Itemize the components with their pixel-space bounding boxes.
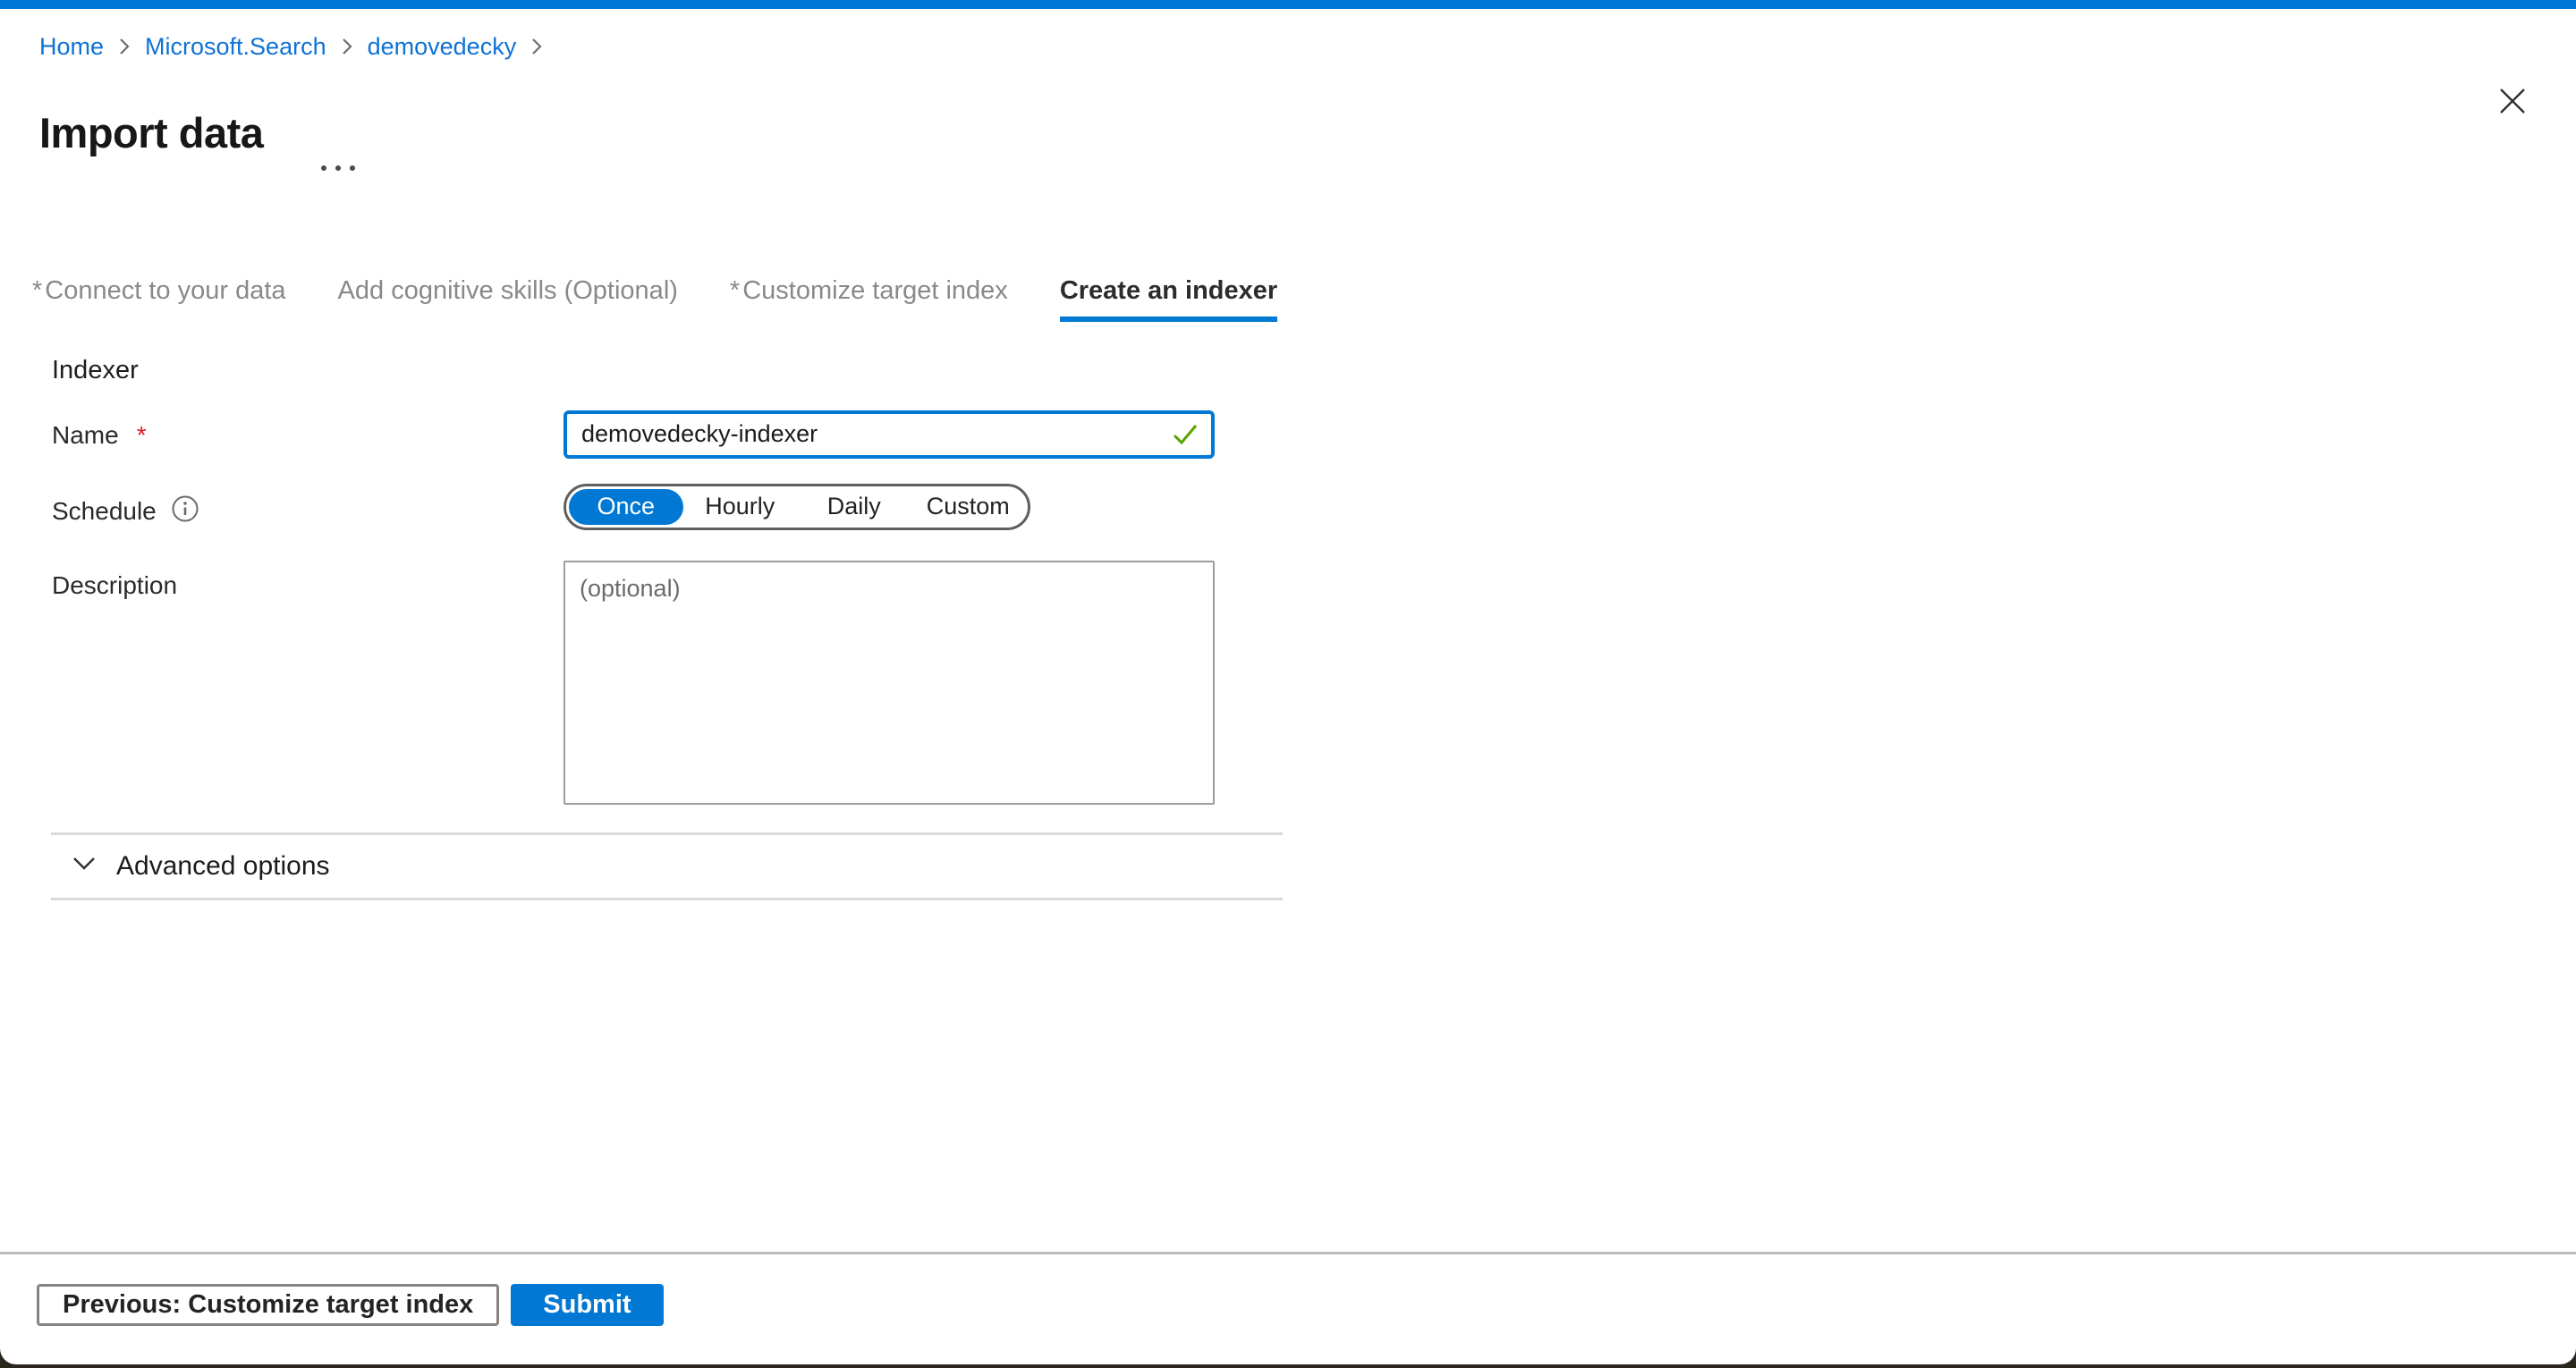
tab-label: Create an indexer: [1060, 276, 1277, 305]
advanced-options-toggle[interactable]: Advanced options: [51, 835, 1283, 898]
breadcrumb-link-demovedecky[interactable]: demovedecky: [368, 32, 517, 61]
chevron-right-icon: [117, 36, 131, 57]
close-button[interactable]: [2496, 84, 2529, 118]
schedule-option-daily[interactable]: Daily: [797, 489, 911, 525]
portal-top-accent-bar: [0, 0, 2576, 9]
required-marker: *: [730, 276, 740, 305]
schedule-option-custom[interactable]: Custom: [911, 489, 1026, 525]
name-control: [564, 410, 1215, 459]
description-label-text: Description: [52, 571, 177, 600]
page-header: Import data: [39, 82, 2576, 185]
indexer-form: Indexer Name * Schedule: [52, 356, 2576, 809]
schedule-label: Schedule: [52, 484, 564, 529]
name-label: Name *: [52, 410, 564, 450]
chevron-down-icon: [72, 856, 97, 876]
name-label-text: Name: [52, 421, 119, 450]
name-row: Name *: [52, 410, 2576, 459]
submit-button[interactable]: Submit: [511, 1284, 663, 1326]
footer-divider: [0, 1252, 2576, 1254]
breadcrumb-link-home[interactable]: Home: [39, 32, 104, 61]
more-actions-icon: [318, 163, 358, 176]
advanced-options-section: Advanced options: [51, 832, 1283, 900]
wizard-tabs: *Connect to your data Add cognitive skil…: [32, 276, 2576, 322]
required-marker: *: [32, 276, 42, 305]
previous-step-button[interactable]: Previous: Customize target index: [37, 1284, 499, 1326]
tab-label: Add cognitive skills (Optional): [338, 276, 678, 305]
tab-create-an-indexer[interactable]: Create an indexer: [1060, 276, 1277, 322]
import-data-panel: Home Microsoft.Search demovedecky Import…: [0, 0, 2576, 1364]
description-textarea[interactable]: [564, 561, 1215, 805]
breadcrumb: Home Microsoft.Search demovedecky: [39, 32, 2576, 61]
required-marker: *: [137, 421, 147, 450]
page-title: Import data: [39, 110, 263, 156]
chevron-right-icon: [340, 36, 354, 57]
indexer-name-input[interactable]: [564, 410, 1215, 459]
schedule-option-once[interactable]: Once: [569, 489, 683, 525]
info-icon[interactable]: [171, 494, 199, 529]
tab-customize-target-index[interactable]: *Customize target index: [730, 276, 1008, 322]
tab-label: Connect to your data: [45, 276, 285, 305]
breadcrumb-link-microsoft-search[interactable]: Microsoft.Search: [145, 32, 326, 61]
schedule-segmented-control: Once Hourly Daily Custom: [564, 484, 1030, 530]
more-actions-button[interactable]: [318, 163, 358, 176]
advanced-options-label: Advanced options: [116, 851, 330, 882]
chevron-right-icon: [530, 36, 544, 57]
close-icon: [2496, 107, 2529, 121]
schedule-row: Schedule Once Hourly Daily Custom: [52, 484, 2576, 530]
description-label: Description: [52, 561, 564, 600]
schedule-label-text: Schedule: [52, 497, 157, 526]
description-control: [564, 561, 1215, 809]
tab-connect-to-your-data[interactable]: *Connect to your data: [32, 276, 286, 322]
divider: [51, 898, 1283, 900]
tab-add-cognitive-skills[interactable]: Add cognitive skills (Optional): [338, 276, 678, 322]
tab-label: Customize target index: [742, 276, 1008, 305]
section-heading-indexer: Indexer: [52, 356, 2576, 385]
footer-actions: Previous: Customize target index Submit: [37, 1284, 664, 1326]
schedule-option-hourly[interactable]: Hourly: [683, 489, 798, 525]
description-row: Description: [52, 561, 2576, 809]
schedule-control: Once Hourly Daily Custom: [564, 484, 1030, 530]
